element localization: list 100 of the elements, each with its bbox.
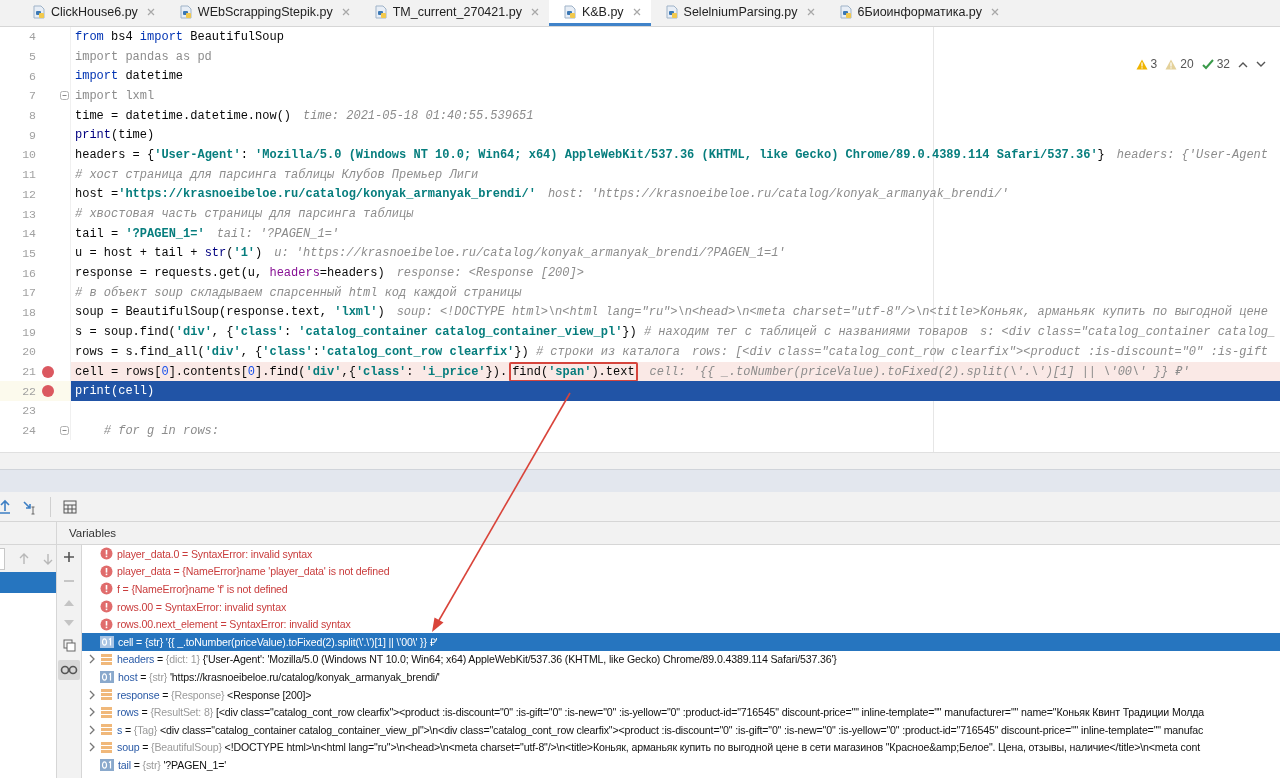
close-icon[interactable]: [806, 7, 815, 16]
inline-value-hint: s: <div class="catalog_container catalog_: [980, 325, 1276, 340]
inline-value-hint: soup: <!DOCTYPE html>\n<html lang="ru">\n<head>\n<meta charset="utf-8"/>\n<title>Коньяк, арманьяк купить по выгодной цене: [396, 305, 1268, 320]
line-number: 8: [28, 109, 36, 123]
variable-entry: tail = {str} '?PAGEN_1=': [118, 758, 227, 771]
code-line: # в объект soup складываем спарсенный html код каждой страницы: [75, 285, 522, 300]
python-file-icon: [664, 4, 679, 19]
line-number: 15: [21, 246, 36, 260]
python-file-icon: [562, 4, 577, 19]
variable-row[interactable]: cell = {str} '{{ _.toNumber(priceValue).toFixed(2).split(\'.\')[1] || \'00\' }} ₽': [82, 632, 1280, 651]
variable-row[interactable]: response = {Response} <Response [200]>: [82, 685, 1280, 704]
code-line: print(time): [75, 128, 155, 143]
file-tab[interactable]: K&B.py: [548, 0, 651, 26]
frame-field[interactable]: [0, 547, 5, 570]
file-tab[interactable]: SelelniumParsing.py: [650, 0, 825, 26]
step-into-icon[interactable]: [22, 498, 38, 515]
code-line: s = soup.find('div', {'class': 'catalog_container catalog_container_view_pl'}) # находим тег с таблицей с названиями товаров: [75, 325, 968, 340]
code-line: print(cell): [75, 384, 155, 399]
inline-value-hint: u: 'https://krasnoeibeloe.ru/catalog/konyak_armanyak_brendi/?PAGEN_1=1': [274, 246, 786, 261]
code-line: # хвостовая часть страницы для парсинга таблицы: [75, 207, 414, 222]
variable-entry: soup = {BeautifulSoup} <!DOCTYPE html>\n<html lang="ru">\n<head>\n<meta charset="utf-8"/>\n<title>Коньяк, арманьяк купить по выгодной цене в сети магазинов "Красное&amp;Белое". Цена, отзывы, наличие</title>\n<meta cont: [117, 741, 1200, 754]
variable-entry: s = {Tag} <div class="catalog_container catalog_container_view_pl">\n<div class="catalog_cont_row clearfix"><product :is-discount="0" :is-gift="0" :is-new="0" :is-yellow="0" :product-id="716545" discount-price="" inline-template="" manufac: [117, 723, 1204, 736]
code-line: response = requests.get(u, headers=headers): [75, 266, 385, 281]
line-number: 9: [28, 128, 36, 142]
file-tab[interactable]: 6Биоинформатика.py: [824, 0, 1010, 26]
glasses-icon[interactable]: [58, 660, 80, 680]
inline-value-hint: time: 2021-05-18 01:40:55.539651: [303, 108, 534, 123]
variable-row[interactable]: host = {str} 'https://krasnoeibeloe.ru/catalog/konyak_armanyak_brendi/': [82, 668, 1280, 686]
chevron-down-icon[interactable]: [1256, 60, 1266, 68]
fold-icon[interactable]: [60, 426, 69, 436]
close-icon[interactable]: [991, 7, 1000, 16]
inline-value-hint: response: <Response [200]>: [396, 266, 584, 281]
fold-icon[interactable]: [60, 91, 69, 101]
variable-row[interactable]: rows.00 = SyntaxError: invalid syntax: [82, 597, 1280, 616]
close-icon[interactable]: [632, 7, 641, 16]
chevron-right-icon[interactable]: [89, 707, 95, 718]
line-number: 19: [21, 325, 36, 339]
variable-row[interactable]: tail = {str} '?PAGEN_1=': [82, 756, 1280, 774]
line-number: 14: [21, 227, 36, 241]
line-number: 13: [21, 207, 36, 221]
line-number: 7: [28, 89, 36, 103]
variable-entry: player_data.0 = SyntaxError: invalid syntax: [117, 547, 313, 560]
copy-icon[interactable]: [62, 639, 76, 652]
chevron-right-icon[interactable]: [89, 742, 95, 753]
variable-row[interactable]: rows.00.next_element = SyntaxError: invalid syntax: [82, 615, 1280, 633]
line-number: 21: [21, 365, 36, 379]
check-icon: [1201, 58, 1214, 70]
breakpoint-icon[interactable]: [42, 365, 54, 378]
chevron-right-icon[interactable]: [89, 654, 95, 665]
code-line: # хост страница для парсинга таблицы Клубов Премьер Лиги: [75, 167, 479, 182]
variable-entry: rows = {ResultSet: 8} [<div class="catalog_cont_row clearfix"><product :is-discount="0" :is-gift="0" :is-new="0" :is-yellow="0" :product-id="716545" discount-price="" inline-template="" manufacturer="" name="Коньяк Квинт Традиции Молда: [117, 706, 1204, 719]
variable-entry: player_data = {NameError}name 'player_data' is not defined: [117, 565, 390, 578]
code-line: time = datetime.datetime.now(): [75, 108, 292, 123]
passed-count[interactable]: 32: [1201, 57, 1230, 71]
code-line: soup = BeautifulSoup(response.text, 'lxml'): [75, 305, 385, 320]
code-line: import pandas as pd: [75, 49, 212, 64]
code-line: tail = '?PAGEN_1=': [75, 226, 205, 241]
variable-row[interactable]: f = {NameError}name 'f' is not defined: [82, 580, 1280, 598]
code-line: from bs4 import BeautifulSoup: [75, 29, 284, 44]
code-line: import lxml: [75, 88, 155, 103]
error-count[interactable]: 3: [1135, 57, 1158, 71]
table-icon[interactable]: [63, 499, 77, 514]
arrow-up-icon[interactable]: [0, 498, 10, 515]
line-number: 12: [21, 187, 36, 201]
variable-row[interactable]: headers = {dict: 1} {'User-Agent': 'Mozilla/5.0 (Windows NT 10.0; Win64; x64) AppleWebKit/537.36 (KHTML, like Gecko) Chrome/89.0.4389.114 Safari/537.36'}: [82, 650, 1280, 669]
breakpoint-icon[interactable]: [42, 385, 54, 398]
close-icon[interactable]: [341, 7, 350, 16]
line-number: 6: [28, 69, 36, 83]
line-number: 10: [21, 148, 36, 162]
close-icon[interactable]: [146, 7, 155, 16]
plus-icon[interactable]: [63, 551, 75, 563]
file-tab[interactable]: ClickHouse6.py: [18, 0, 165, 26]
line-number: 17: [21, 286, 36, 300]
chevron-up-icon[interactable]: [1238, 60, 1248, 68]
line-number: 4: [28, 30, 36, 44]
chevron-right-icon[interactable]: [89, 689, 95, 700]
variable-entry: rows.00 = SyntaxError: invalid syntax: [117, 600, 287, 613]
variable-entry: cell = {str} '{{ _.toNumber(priceValue).toFixed(2).split(\'.\')[1] || \'00\' }} ₽': [118, 634, 438, 649]
chevron-right-icon[interactable]: [89, 724, 95, 735]
line-number: 23: [21, 404, 36, 418]
line-number: 11: [21, 168, 36, 182]
python-file-icon: [373, 4, 388, 19]
inline-value-hint: headers: {'User-Agent: [1116, 147, 1269, 162]
variable-entry: response = {Response} <Response [200]>: [117, 688, 312, 701]
panel-title: Variables: [69, 527, 117, 539]
warning-count[interactable]: 20: [1165, 57, 1194, 71]
code-line: headers = {'User-Agent': 'Mozilla/5.0 (Windows NT 10.0; Win64; x64) AppleWebKit/537.36 (KHTML, like Gecko) Chrome/89.0.4389.114 Safari/537.36'}: [75, 147, 1105, 162]
inline-value-hint: cell: '{{ _.toNumber(priceValue).toFixed(2).split(\'.\')[1] || \'00\' }} ₽': [649, 364, 1190, 380]
variable-row[interactable]: player_data = {NameError}name 'player_data' is not defined: [82, 562, 1280, 581]
line-number: 18: [21, 305, 36, 319]
code-line: import datetime: [75, 69, 184, 84]
file-tab[interactable]: TM_current_270421.py: [359, 0, 549, 26]
close-icon[interactable]: [530, 7, 539, 16]
code-line: # for g in rows:: [102, 423, 220, 438]
file-tab[interactable]: WEbScrappingStepik.py: [164, 0, 360, 26]
python-file-icon: [32, 4, 46, 19]
inline-value-hint: host: 'https://krasnoeibeloe.ru/catalog/konyak_armanyak_brendi/': [547, 187, 1009, 202]
variable-row[interactable]: player_data.0 = SyntaxError: invalid syntax: [82, 545, 1280, 563]
python-file-icon: [838, 4, 853, 19]
inline-value-hint: tail: '?PAGEN_1=': [216, 226, 340, 241]
